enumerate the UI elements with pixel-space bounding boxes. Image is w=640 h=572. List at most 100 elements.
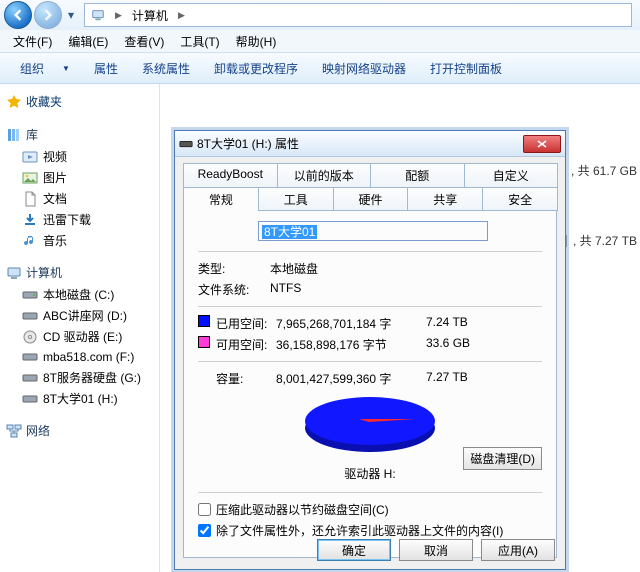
sidebar-item-label: 8T大学01 (H:) <box>43 390 118 407</box>
sidebar-item-label: 文档 <box>43 190 67 207</box>
address-bar[interactable]: ▶ 计算机 ▶ <box>84 3 632 27</box>
tab-quota[interactable]: 配额 <box>370 163 465 187</box>
tab-customize[interactable]: 自定义 <box>464 163 559 187</box>
download-icon <box>22 212 38 228</box>
volume-name-input[interactable]: 8T大学01 <box>258 221 488 241</box>
tab-panel-general: 8T大学01 类型:本地磁盘 文件系统:NTFS 已用空间: 7,965,268… <box>183 210 557 558</box>
menu-edit[interactable]: 编辑(E) <box>61 30 115 53</box>
capacity-text: , 共 61.7 GB <box>571 162 637 179</box>
menu-help[interactable]: 帮助(H) <box>229 30 284 53</box>
compress-checkbox[interactable]: 压缩此驱动器以节约磁盘空间(C) <box>198 499 542 520</box>
sidebar-item-thunder[interactable]: 迅雷下载 <box>2 209 157 230</box>
sidebar-drive-f[interactable]: mba518.com (F:) <box>2 347 157 367</box>
drive-icon <box>22 391 38 407</box>
library-icon <box>6 127 22 143</box>
sidebar-drive-h[interactable]: 8T大学01 (H:) <box>2 388 157 409</box>
free-label: 可用空间: <box>216 336 276 353</box>
sidebar-item-label: 迅雷下载 <box>43 211 91 228</box>
compress-label: 压缩此驱动器以节约磁盘空间(C) <box>216 501 389 518</box>
sidebar-item-label: mba518.com (F:) <box>43 350 134 364</box>
dialog-titlebar[interactable]: 8T大学01 (H:) 属性 <box>175 131 565 157</box>
tab-security[interactable]: 安全 <box>482 187 558 211</box>
cmd-organize[interactable]: 组织 <box>10 56 54 81</box>
tab-readyboost[interactable]: ReadyBoost <box>183 163 278 187</box>
sidebar-computer[interactable]: 计算机 <box>2 261 157 284</box>
free-human: 33.6 GB <box>426 336 470 353</box>
command-bar: 组织▼ 属性 系统属性 卸载或更改程序 映射网络驱动器 打开控制面板 <box>0 52 640 84</box>
cmd-system-properties[interactable]: 系统属性 <box>132 56 200 81</box>
sidebar-drive-d[interactable]: ABC讲座网 (D:) <box>2 305 157 326</box>
menu-bar: 文件(F) 编辑(E) 查看(V) 工具(T) 帮助(H) <box>0 30 640 52</box>
tab-general[interactable]: 常规 <box>183 187 259 211</box>
sidebar-item-pictures[interactable]: 图片 <box>2 167 157 188</box>
compress-checkbox-input[interactable] <box>198 503 211 516</box>
type-label: 类型: <box>198 260 270 277</box>
used-label: 已用空间: <box>216 315 276 332</box>
nav-toolbar: ▾ ▶ 计算机 ▶ <box>0 0 640 30</box>
capacity-human: 7.27 TB <box>426 370 468 387</box>
properties-dialog: 8T大学01 (H:) 属性 ReadyBoost 以前的版本 配额 自定义 常… <box>174 130 566 570</box>
history-dropdown-icon[interactable]: ▾ <box>68 8 80 22</box>
volume-name-value: 8T大学01 <box>262 225 317 239</box>
breadcrumb-chevron-icon[interactable]: ▶ <box>111 10 126 21</box>
sidebar-network[interactable]: 网络 <box>2 419 157 442</box>
type-value: 本地磁盘 <box>270 260 318 277</box>
cmd-control-panel[interactable]: 打开控制面板 <box>420 56 512 81</box>
disk-cleanup-button[interactable]: 磁盘清理(D) <box>463 447 542 470</box>
menu-tools[interactable]: 工具(T) <box>173 30 226 53</box>
free-bytes: 36,158,898,176 字节 <box>276 336 426 353</box>
sidebar-drive-c[interactable]: 本地磁盘 (C:) <box>2 284 157 305</box>
breadcrumb-computer[interactable]: 计算机 <box>126 7 174 24</box>
back-button[interactable] <box>4 1 32 29</box>
sidebar-item-label: 本地磁盘 (C:) <box>43 286 114 303</box>
cmd-map-drive[interactable]: 映射网络驱动器 <box>312 56 416 81</box>
capacity-text: , 共 7.27 TB <box>573 232 637 249</box>
drive-icon <box>22 287 38 303</box>
ok-button[interactable]: 确定 <box>317 539 391 561</box>
chevron-down-icon[interactable]: ▼ <box>52 60 80 77</box>
cmd-properties[interactable]: 属性 <box>84 56 128 81</box>
computer-icon <box>85 8 111 22</box>
sidebar-item-label: 8T服务器硬盘 (G:) <box>43 369 141 386</box>
sidebar-libraries[interactable]: 库 <box>2 123 157 146</box>
tab-hardware[interactable]: 硬件 <box>333 187 409 211</box>
used-human: 7.24 TB <box>426 315 468 332</box>
sidebar-item-music[interactable]: 音乐 <box>2 230 157 251</box>
cmd-uninstall[interactable]: 卸载或更改程序 <box>204 56 308 81</box>
cd-icon <box>22 329 38 345</box>
apply-button[interactable]: 应用(A) <box>481 539 555 561</box>
filesystem-label: 文件系统: <box>198 281 270 298</box>
capacity-label: 容量: <box>198 370 276 387</box>
close-button[interactable] <box>523 135 561 153</box>
picture-icon <box>22 170 38 186</box>
index-checkbox[interactable]: 除了文件属性外，还允许索引此驱动器上文件的内容(I) <box>198 520 542 541</box>
tab-previous-versions[interactable]: 以前的版本 <box>277 163 372 187</box>
sidebar-favorites[interactable]: 收藏夹 <box>2 90 157 113</box>
menu-file[interactable]: 文件(F) <box>6 30 59 53</box>
drive-icon <box>22 349 38 365</box>
sidebar-item-documents[interactable]: 文档 <box>2 188 157 209</box>
tab-tools[interactable]: 工具 <box>258 187 334 211</box>
sidebar-item-label: CD 驱动器 (E:) <box>43 328 122 345</box>
forward-button[interactable] <box>34 1 62 29</box>
music-icon <box>22 233 38 249</box>
tab-container: ReadyBoost 以前的版本 配额 自定义 常规 工具 硬件 共享 安全 8… <box>175 157 565 558</box>
index-label: 除了文件属性外，还允许索引此驱动器上文件的内容(I) <box>216 522 503 539</box>
sidebar-item-label: 音乐 <box>43 232 67 249</box>
sidebar-network-label: 网络 <box>26 422 50 439</box>
breadcrumb-chevron-icon[interactable]: ▶ <box>174 10 189 21</box>
tab-sharing[interactable]: 共享 <box>407 187 483 211</box>
sidebar-drive-e[interactable]: CD 驱动器 (E:) <box>2 326 157 347</box>
document-icon <box>22 191 38 207</box>
menu-view[interactable]: 查看(V) <box>117 30 171 53</box>
close-icon <box>537 140 547 148</box>
navigation-pane: 收藏夹 库 视频 图片 文档 迅雷下载 音乐 计算机 本地磁盘 (C:) <box>0 84 160 572</box>
sidebar-libraries-label: 库 <box>26 126 38 143</box>
used-swatch-icon <box>198 315 210 327</box>
cancel-button[interactable]: 取消 <box>399 539 473 561</box>
index-checkbox-input[interactable] <box>198 524 211 537</box>
sidebar-drive-g[interactable]: 8T服务器硬盘 (G:) <box>2 367 157 388</box>
filesystem-value: NTFS <box>270 281 301 298</box>
sidebar-item-label: 视频 <box>43 148 67 165</box>
sidebar-item-videos[interactable]: 视频 <box>2 146 157 167</box>
